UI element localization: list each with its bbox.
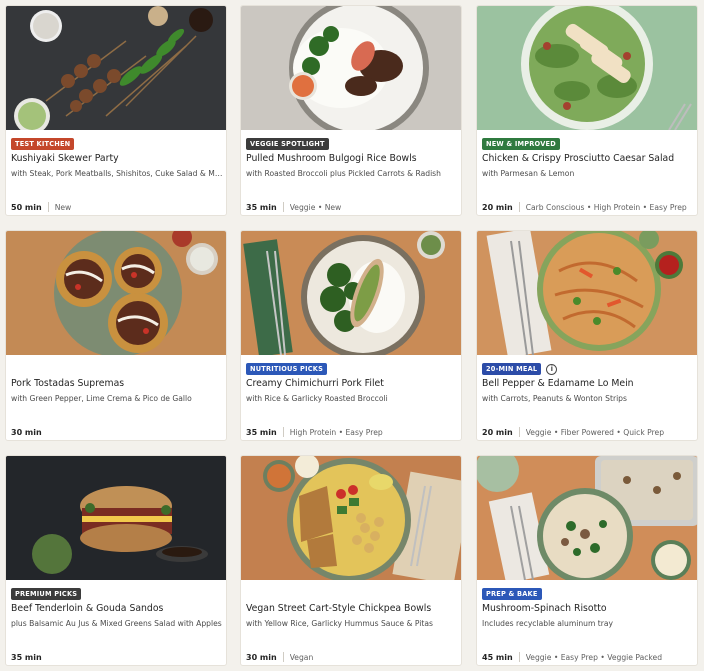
badge-row: 20-MIN MEAL i — [482, 363, 558, 375]
recipe-meta: 45 min Veggie • Easy Prep • Veggie Packed — [482, 651, 696, 663]
recipe-card-bell-pepper-and-edamame-lo-mein[interactable]: 20-MIN MEAL i Bell Pepper & Edamame Lo Mei… — [476, 230, 698, 441]
meta-divider — [282, 202, 284, 212]
recipe-subtitle: with Green Pepper, Lime Crema & Pico de … — [11, 394, 192, 403]
recipe-photo[interactable] — [241, 231, 461, 355]
badge-row: NEW & IMPROVED — [482, 138, 560, 150]
recipe-card-creamy-chimichurri-pork-filet[interactable]: NUTRITIOUS PICKS Creamy Chimichurri Pork … — [240, 230, 462, 441]
recipe-tags: High Protein • Easy Prep — [289, 427, 383, 437]
meta-divider — [282, 652, 284, 662]
recipe-subtitle: Includes recyclable aluminum tray — [482, 619, 614, 628]
cook-time: 50 min — [11, 202, 42, 212]
recipe-badge: NEW & IMPROVED — [482, 138, 560, 150]
recipe-meta: 35 min Veggie • New — [246, 201, 460, 213]
cook-time: 45 min — [482, 652, 513, 662]
recipe-photo[interactable] — [477, 456, 697, 580]
recipe-meta: 20 min Veggie • Fiber Powered • Quick Pre… — [482, 426, 696, 438]
info-icon[interactable]: i — [546, 363, 558, 375]
recipe-meta: 35 min High Protein • Easy Prep — [246, 426, 460, 438]
meta-divider — [518, 202, 520, 212]
recipe-photo-image — [241, 231, 461, 355]
cook-time: 20 min — [482, 427, 513, 437]
recipe-subtitle: with Parmesan & Lemon — [482, 169, 575, 178]
recipe-photo[interactable] — [477, 6, 697, 130]
recipe-title[interactable]: Mushroom-Spinach Risotto — [482, 603, 696, 614]
recipe-meta: 35 min — [11, 651, 225, 663]
recipe-tags: Veggie • Easy Prep • Veggie Packed — [525, 652, 663, 662]
recipe-tags: Carb Conscious • High Protein • Easy Pre… — [525, 202, 687, 212]
recipe-tags: New — [54, 202, 72, 212]
recipe-title[interactable]: Pork Tostadas Supremas — [11, 378, 225, 389]
recipe-photo-image — [6, 6, 226, 130]
badge-row: NUTRITIOUS PICKS — [246, 363, 328, 375]
recipe-title[interactable]: Kushiyaki Skewer Party — [11, 153, 225, 164]
recipe-tags: Veggie • Fiber Powered • Quick Prep — [525, 427, 665, 437]
meta-divider — [518, 427, 520, 437]
recipe-photo-image — [241, 6, 461, 130]
recipe-title[interactable]: Vegan Street Cart-Style Chickpea Bowls — [246, 603, 460, 614]
recipe-card-mushroom-spinach-risotto[interactable]: PREP & BAKE Mushroom-Spinach Risotto Inclu… — [476, 455, 698, 666]
meta-divider — [282, 427, 284, 437]
badge-row: PREMIUM PICKS — [11, 588, 82, 600]
recipe-photo-image — [6, 456, 226, 580]
recipe-subtitle: plus Balsamic Au Jus & Mixed Greens Sala… — [11, 619, 222, 628]
recipe-badge: VEGGIE SPOTLIGHT — [246, 138, 329, 150]
meta-divider — [518, 652, 520, 662]
recipe-card-chicken-and-crispy-prosciutto-caesar-salad[interactable]: NEW & IMPROVED Chicken & Crispy Prosciutt… — [476, 5, 698, 216]
recipe-meta: 30 min — [11, 426, 225, 438]
recipe-card-pork-tostadas-supremas[interactable]: Pork Tostadas Supremas with Green Pepper,… — [5, 230, 227, 441]
recipe-title[interactable]: Pulled Mushroom Bulgogi Rice Bowls — [246, 153, 460, 164]
recipe-photo[interactable] — [6, 231, 226, 355]
recipe-card-beef-tenderloin-and-gouda-sandos[interactable]: PREMIUM PICKS Beef Tenderloin & Gouda San… — [5, 455, 227, 666]
recipe-badge: 20-MIN MEAL — [482, 363, 542, 375]
recipe-photo-image — [6, 231, 226, 355]
recipe-badge: NUTRITIOUS PICKS — [246, 363, 328, 375]
recipe-photo[interactable] — [241, 456, 461, 580]
badge-row: TEST KITCHEN — [11, 138, 75, 150]
recipe-subtitle: with Rice & Garlicky Roasted Broccoli — [246, 394, 388, 403]
recipe-photo-image — [477, 231, 697, 355]
cook-time: 35 min — [11, 652, 42, 662]
cook-time: 35 min — [246, 202, 277, 212]
cook-time: 20 min — [482, 202, 513, 212]
recipe-meta: 20 min Carb Conscious • High Protein • Ea… — [482, 201, 696, 213]
recipe-photo[interactable] — [6, 456, 226, 580]
cook-time: 30 min — [11, 427, 42, 437]
recipe-photo[interactable] — [477, 231, 697, 355]
recipe-card-kushiyaki-skewer-party[interactable]: TEST KITCHEN Kushiyaki Skewer Party with S… — [5, 5, 227, 216]
recipe-title[interactable]: Creamy Chimichurri Pork Filet — [246, 378, 460, 389]
meta-divider — [47, 202, 49, 212]
recipe-subtitle: with Yellow Rice, Garlicky Hummus Sauce … — [246, 619, 433, 628]
recipe-photo-image — [477, 6, 697, 130]
recipe-tags: Vegan — [289, 652, 314, 662]
recipe-tags: Veggie • New — [289, 202, 342, 212]
recipe-meta: 30 min Vegan — [246, 651, 460, 663]
recipe-subtitle: with Carrots, Peanuts & Wonton Strips — [482, 394, 627, 403]
recipe-subtitle: with Steak, Pork Meatballs, Shishitos, C… — [11, 169, 225, 178]
recipe-card-pulled-mushroom-bulgogi-rice-bowls[interactable]: VEGGIE SPOTLIGHT Pulled Mushroom Bulgogi … — [240, 5, 462, 216]
recipe-photo[interactable] — [6, 6, 226, 130]
cook-time: 30 min — [246, 652, 277, 662]
recipe-photo[interactable] — [241, 6, 461, 130]
recipe-photo-image — [477, 456, 697, 580]
recipe-card-vegan-street-cart-style-chickpea-bowls[interactable]: Vegan Street Cart-Style Chickpea Bowls wi… — [240, 455, 462, 666]
badge-row: PREP & BAKE — [482, 588, 542, 600]
recipe-badge: TEST KITCHEN — [11, 138, 75, 150]
recipe-badge: PREP & BAKE — [482, 588, 542, 600]
recipe-subtitle: with Roasted Broccoli plus Pickled Carro… — [246, 169, 441, 178]
recipe-badge: PREMIUM PICKS — [11, 588, 82, 600]
cook-time: 35 min — [246, 427, 277, 437]
recipe-title[interactable]: Chicken & Crispy Prosciutto Caesar Salad — [482, 153, 696, 164]
badge-row: VEGGIE SPOTLIGHT — [246, 138, 329, 150]
recipe-photo-image — [241, 456, 461, 580]
recipe-title[interactable]: Beef Tenderloin & Gouda Sandos — [11, 603, 225, 614]
recipe-meta: 50 min New — [11, 201, 225, 213]
recipe-grid: TEST KITCHEN Kushiyaki Skewer Party with S… — [0, 0, 704, 671]
recipe-title[interactable]: Bell Pepper & Edamame Lo Mein — [482, 378, 696, 389]
